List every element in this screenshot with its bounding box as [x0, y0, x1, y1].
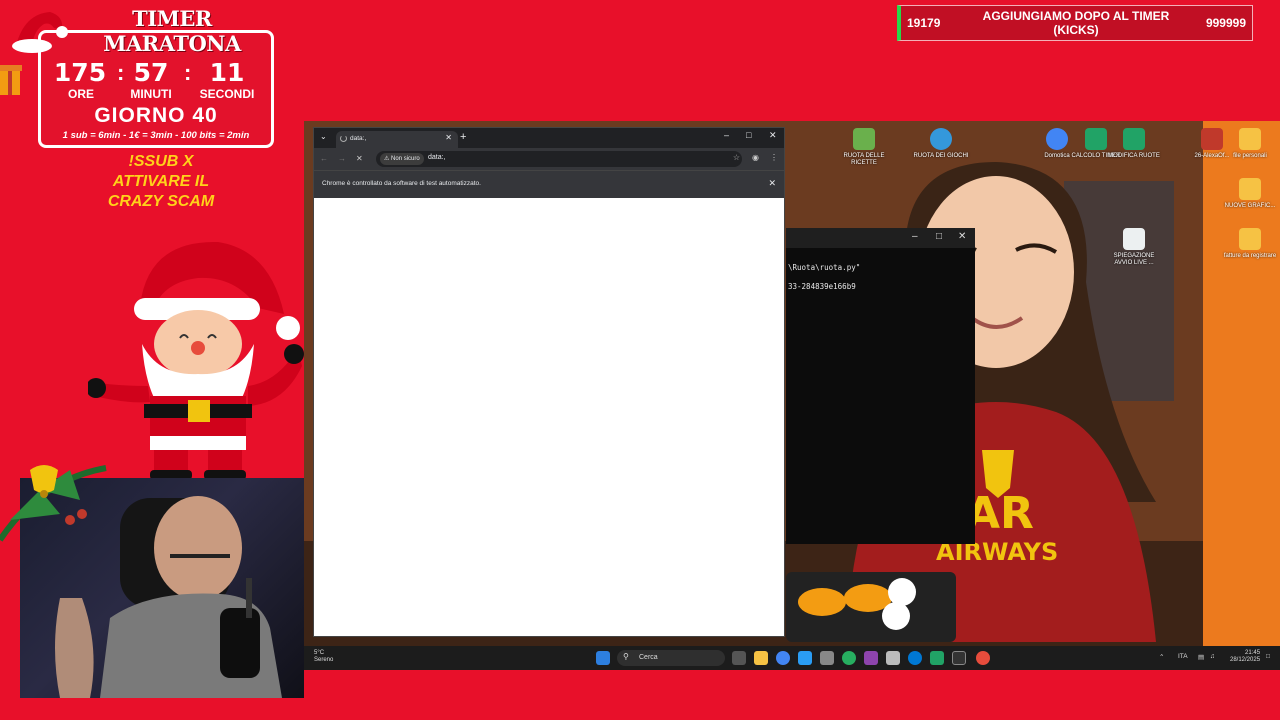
app-icon[interactable] [908, 651, 922, 665]
document-icon [1123, 228, 1145, 250]
bookmark-star-icon[interactable]: ☆ [733, 153, 740, 162]
santa-claus-illustration [88, 241, 304, 480]
desktop-icon-ruota-giochi[interactable]: RUOTA DEI GIOCHI [913, 128, 969, 160]
folder-icon [1239, 178, 1261, 200]
wheel-icon [930, 128, 952, 150]
excel-icon [1123, 128, 1145, 150]
terminal-window[interactable]: – □ ✕ \Ruota\ruota.py" 33-284839e166b9 [786, 228, 975, 544]
taskbar-clock[interactable]: 21:45 28/12/2025 [1230, 650, 1260, 664]
timer-minutes: 57 [133, 58, 169, 87]
forward-icon[interactable]: → [338, 154, 346, 163]
taskbar: 5°C Sereno ⚲ Cerca ⌃ ITA ▤ ♫ 21:45 28/12… [304, 646, 1280, 670]
weather-widget[interactable]: 5°C Sereno [314, 650, 333, 664]
app-icon[interactable] [820, 651, 834, 665]
holly-decoration [0, 465, 107, 542]
search-icon: ⚲ [623, 652, 629, 661]
minimize-icon[interactable]: – [724, 130, 729, 140]
chrome-active-icon[interactable] [976, 651, 990, 665]
goal-target: 999999 [1205, 16, 1246, 30]
app-icon[interactable] [864, 651, 878, 665]
timer-rates: 1 sub = 6min - 1€ = 3min - 100 bits = 2m… [62, 130, 250, 141]
chrome-toolbar: ← → ✕ ⚠ Non sicuro data:, ☆ ◉ ⋮ [314, 148, 784, 170]
maximize-icon[interactable]: □ [936, 231, 942, 242]
calculator-icon[interactable] [886, 651, 900, 665]
desktop-icon-fatture[interactable]: fatture da registrare [1222, 228, 1278, 260]
file-icon [1201, 128, 1223, 150]
folder-icon [1239, 228, 1261, 250]
url-text: data:, [428, 154, 446, 161]
timer-minutes-label: MINUTI [130, 87, 172, 101]
infobar-text: Chrome è controllato da software di test… [322, 180, 481, 187]
excel-taskbar-icon[interactable] [930, 651, 944, 665]
terminal-line: \Ruota\ruota.py" [788, 263, 861, 272]
search-placeholder: Cerca [639, 654, 658, 661]
new-tab-icon[interactable]: + [460, 131, 466, 143]
terminal-titlebar[interactable]: – □ ✕ [786, 228, 975, 248]
terminal-taskbar-icon[interactable] [952, 651, 966, 665]
minimize-icon[interactable]: – [912, 231, 918, 242]
desktop-icon-modifica-ruote[interactable]: MODIFICA RUOTE [1106, 128, 1162, 160]
tab-title: data:, [350, 135, 367, 142]
task-view-icon[interactable] [732, 651, 746, 665]
svg-text:AR: AR [966, 488, 1034, 539]
promo-text: !SSUB X ATTIVARE IL CRAZY SCAM [107, 153, 215, 210]
automation-infobar: Chrome è controllato da software di test… [314, 170, 784, 198]
timer-seconds: 11 [209, 58, 245, 87]
loading-spinner-icon [340, 135, 347, 142]
excel-icon [1085, 128, 1107, 150]
goal-text: AGGIUNGIAMO DOPO AL TIMER (KICKS) [982, 9, 1170, 37]
infobar-close-icon[interactable]: ✕ [768, 178, 776, 189]
chrome-window[interactable]: ⌄ data:, ✕ + – □ ✕ ← → ✕ ⚠ Non sicuro da… [313, 127, 785, 637]
terminal-line: 33-284839e166b9 [788, 282, 856, 291]
timer-hours: 175 [53, 58, 107, 87]
chrome-tabstrip: ⌄ data:, ✕ + – □ ✕ [314, 128, 784, 148]
taskbar-search[interactable]: ⚲ Cerca [617, 650, 725, 666]
page-viewport[interactable] [314, 198, 784, 636]
desktop-icon-file-personali[interactable]: file personali [1222, 128, 1278, 160]
gift-icon [0, 65, 22, 95]
file-explorer-icon[interactable] [754, 651, 768, 665]
language-indicator[interactable]: ITA [1178, 653, 1188, 660]
timer-separator: : [184, 60, 192, 85]
address-bar[interactable]: ⚠ Non sicuro data:, ☆ [376, 151, 742, 167]
security-warning-chip[interactable]: ⚠ Non sicuro [380, 153, 424, 165]
chrome-taskbar-icon[interactable] [776, 651, 790, 665]
desktop-icon-ruota-ricette[interactable]: RUOTA DELLE RICETTE [836, 128, 892, 167]
stop-icon[interactable]: ✕ [356, 154, 363, 163]
timer-hours-label: ORE [67, 87, 94, 101]
notification-icon[interactable]: □ [1266, 653, 1270, 660]
tab-search-icon[interactable]: ⌄ [320, 132, 327, 141]
santa-hat-icon [12, 12, 68, 53]
timer-title: TIMER MARATONA [103, 6, 241, 56]
more-menu-icon[interactable]: ⋮ [770, 153, 778, 162]
app-icon[interactable] [842, 651, 856, 665]
tray-chevron-icon[interactable]: ⌃ [1159, 653, 1164, 661]
chrome-icon [1046, 128, 1068, 150]
goal-bar: 19179 AGGIUNGIAMO DOPO AL TIMER (KICKS) … [897, 5, 1253, 41]
start-icon[interactable] [596, 651, 610, 665]
wheel-icon [853, 128, 875, 150]
desktop-icon-spiegazione[interactable]: SPIEGAZIONE AVVIO LIVE ... [1106, 228, 1162, 267]
tab-close-icon[interactable]: ✕ [445, 133, 452, 142]
folder-icon [1239, 128, 1261, 150]
maximize-icon[interactable]: □ [746, 130, 751, 140]
app-icon[interactable] [798, 651, 812, 665]
back-icon[interactable]: ← [320, 154, 328, 163]
timer-day: GIORNO 40 [94, 104, 218, 127]
goal-current: 19179 [907, 16, 941, 30]
profile-icon[interactable]: ◉ [752, 153, 759, 162]
close-icon[interactable]: ✕ [769, 130, 777, 141]
desktop-icon-nuove-grafiche[interactable]: NUOVE GRAFIC... [1222, 178, 1278, 210]
timer-seconds-label: SECONDI [199, 87, 255, 101]
close-icon[interactable]: ✕ [958, 231, 966, 242]
network-icon[interactable]: ▤ [1198, 653, 1204, 661]
chrome-tab-active[interactable]: data:, ✕ [336, 131, 458, 148]
volume-icon[interactable]: ♫ [1210, 653, 1215, 660]
